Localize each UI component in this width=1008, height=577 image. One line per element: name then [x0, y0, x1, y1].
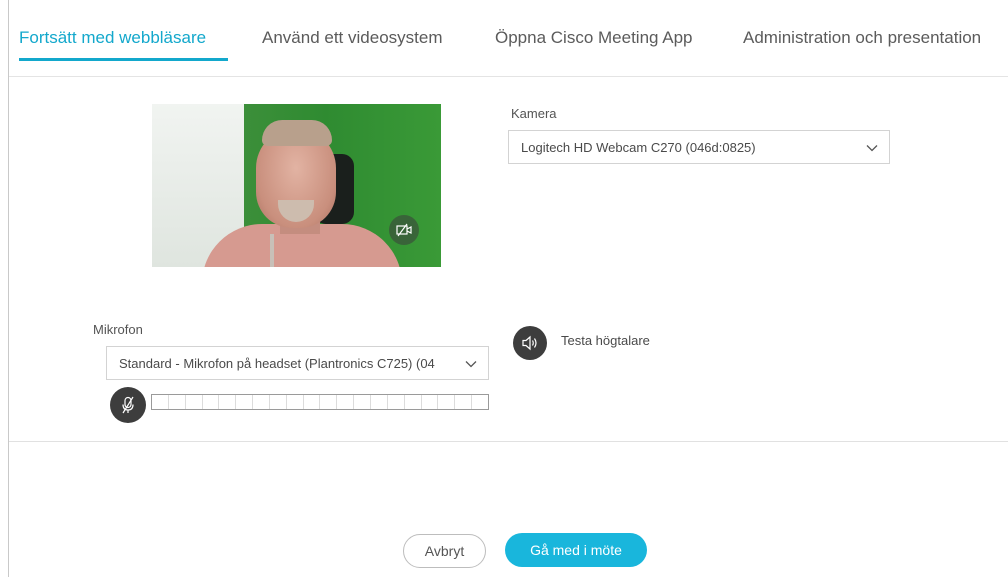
camera-label: Kamera: [511, 106, 557, 121]
level-segment: [354, 395, 371, 409]
camera-select-value: Logitech HD Webcam C270 (046d:0825): [521, 139, 756, 155]
level-segment: [405, 395, 422, 409]
tab-cisco-meeting-app[interactable]: Öppna Cisco Meeting App: [495, 28, 693, 48]
level-segment: [438, 395, 456, 409]
tab-video-system[interactable]: Använd ett videosystem: [262, 28, 442, 48]
speaker-icon[interactable]: [513, 326, 547, 360]
level-segment: [219, 395, 237, 409]
level-segment: [422, 395, 439, 409]
microphone-select[interactable]: Standard - Mikrofon på headset (Plantron…: [106, 346, 489, 380]
level-segment: [388, 395, 405, 409]
camera-off-icon[interactable]: [389, 215, 419, 245]
level-segment: [270, 395, 287, 409]
tab-bar: Fortsätt med webbläsare Använd ett video…: [9, 0, 1008, 77]
chevron-down-icon: [866, 145, 878, 152]
mic-muted-icon[interactable]: [110, 387, 146, 423]
level-segment: [186, 395, 203, 409]
join-meeting-button[interactable]: Gå med i möte: [505, 533, 647, 567]
level-segment: [320, 395, 338, 409]
join-dialog: Fortsätt med webbläsare Använd ett video…: [8, 0, 1008, 577]
camera-select[interactable]: Logitech HD Webcam C270 (046d:0825): [508, 130, 890, 164]
level-segment: [287, 395, 304, 409]
active-tab-indicator: [19, 58, 228, 61]
chevron-down-icon: [465, 361, 477, 368]
microphone-select-value: Standard - Mikrofon på headset (Plantron…: [119, 355, 435, 371]
level-segment: [304, 395, 321, 409]
level-segment: [472, 395, 488, 409]
level-segment: [371, 395, 388, 409]
level-segment: [152, 395, 169, 409]
level-segment: [236, 395, 254, 409]
level-segment: [337, 395, 355, 409]
test-speaker-link[interactable]: Testa högtalare: [561, 333, 650, 348]
cancel-button[interactable]: Avbryt: [403, 534, 486, 568]
tab-browser[interactable]: Fortsätt med webbläsare: [19, 28, 206, 48]
microphone-level-meter: [151, 394, 489, 410]
level-segment: [455, 395, 473, 409]
microphone-label: Mikrofon: [93, 322, 143, 337]
level-segment: [169, 395, 186, 409]
level-segment: [253, 395, 270, 409]
level-segment: [203, 395, 220, 409]
tab-administration-presentation[interactable]: Administration och presentation: [743, 28, 981, 48]
divider: [9, 441, 1008, 442]
